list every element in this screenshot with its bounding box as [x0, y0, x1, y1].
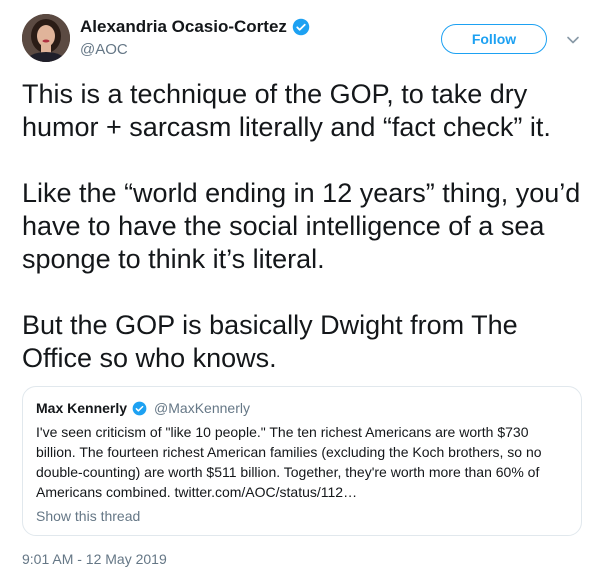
author-handle[interactable]: @AOC	[80, 41, 128, 58]
avatar[interactable]	[22, 14, 70, 62]
chevron-down-icon[interactable]	[566, 33, 580, 47]
tweet-paragraph: This is a technique of the GOP, to take …	[22, 79, 551, 142]
verified-badge-icon	[292, 18, 310, 36]
avatar-image	[22, 14, 70, 62]
quoted-tweet-text: I've seen criticism of "like 10 people."…	[36, 424, 542, 500]
tweet-paragraph: Like the “world ending in 12 years” thin…	[22, 178, 581, 274]
quoted-author-name: Max Kennerly	[36, 400, 128, 416]
author-name-row: Alexandria Ocasio-Cortez	[80, 17, 310, 37]
quoted-author-handle: @MaxKennerly	[154, 400, 250, 416]
tweet-text: This is a technique of the GOP, to take …	[22, 78, 582, 375]
tweet-timestamp[interactable]: 9:01 AM - 12 May 2019	[22, 551, 167, 567]
tweet-paragraph: But the GOP is basically Dwight from The…	[22, 310, 518, 373]
quoted-tweet-header: Max Kennerly @MaxKennerly	[36, 400, 568, 416]
verified-badge-icon	[132, 401, 147, 415]
show-thread-link[interactable]: Show this thread	[36, 508, 568, 524]
follow-button[interactable]: Follow	[441, 24, 547, 54]
author-display-name[interactable]: Alexandria Ocasio-Cortez	[80, 17, 287, 37]
quoted-tweet[interactable]: Max Kennerly @MaxKennerly I've seen crit…	[22, 386, 582, 536]
